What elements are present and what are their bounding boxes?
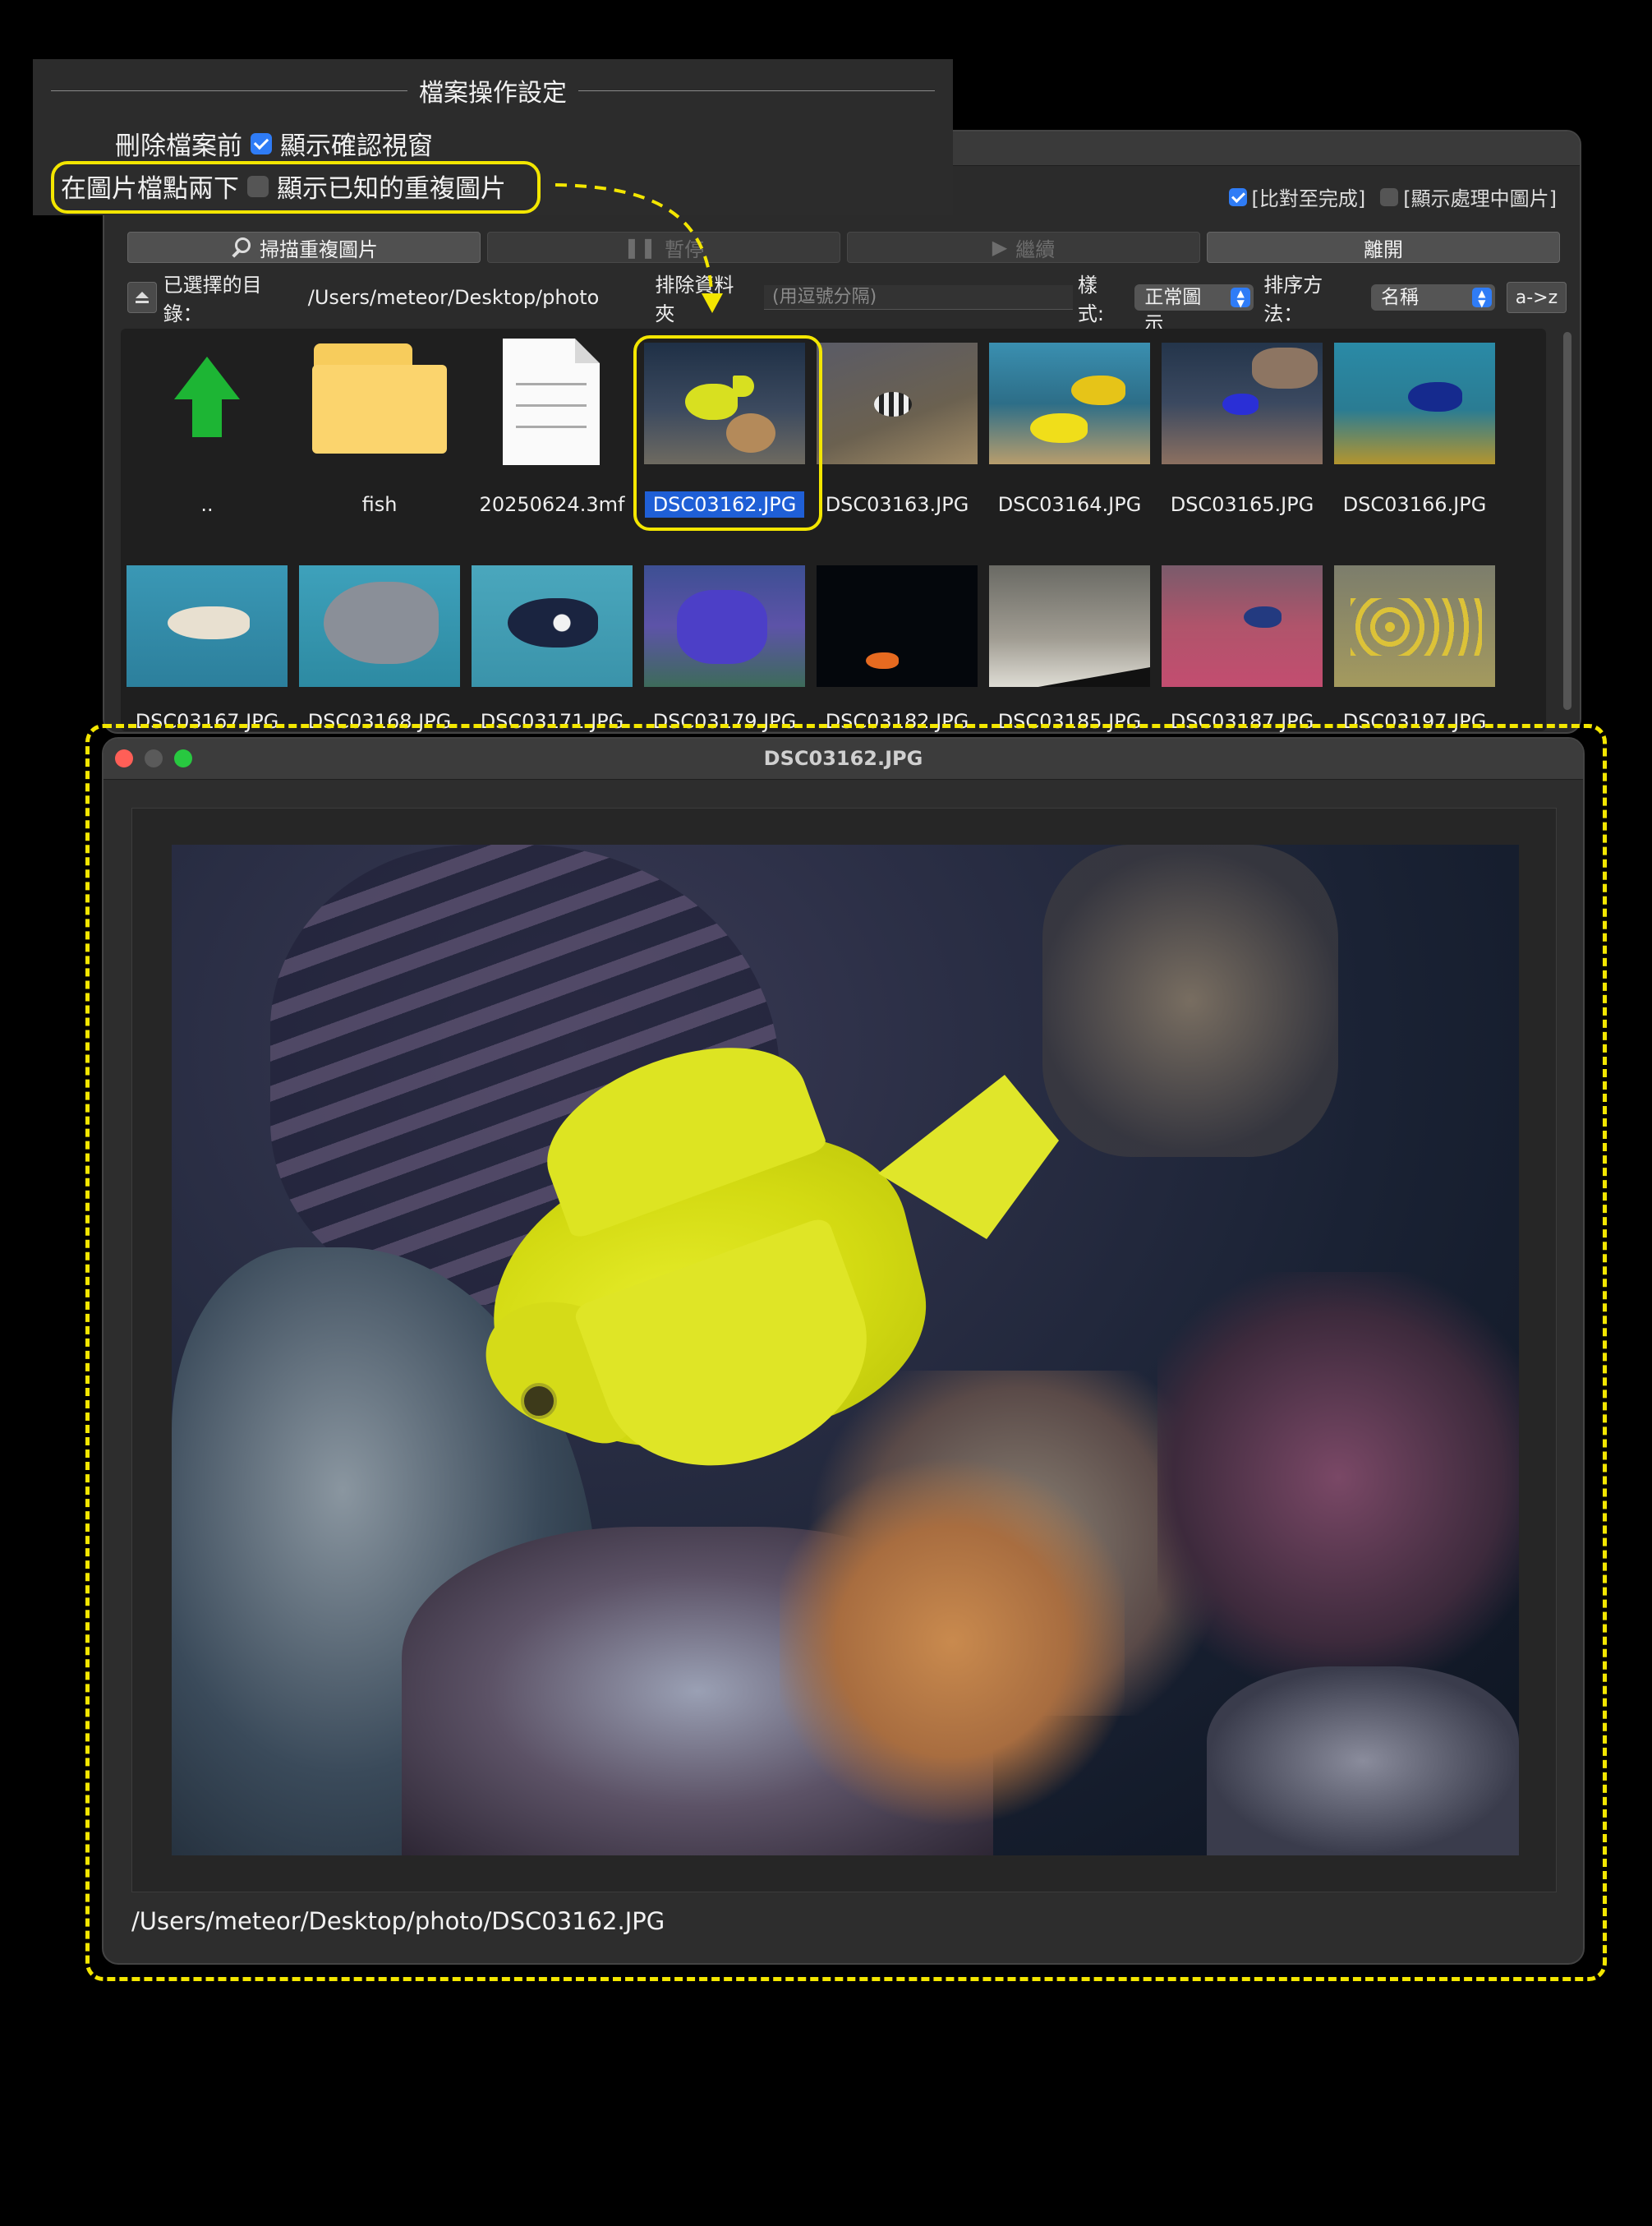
exclude-folder-input[interactable]: (用逗號分隔) xyxy=(764,285,1073,310)
compare-done-option[interactable]: [比對至完成] xyxy=(1228,182,1366,211)
magnifier-icon xyxy=(230,237,251,258)
delete-confirm-row: 刪除檔案前 顯示確認視窗 xyxy=(115,125,433,162)
photo-thumb xyxy=(1334,565,1495,687)
file-grid: .. fish 20250624.3mf DSC03162.JPG DSC031… xyxy=(121,329,1546,732)
setting-highlight xyxy=(51,161,541,214)
compare-done-checkbox[interactable] xyxy=(1228,187,1247,206)
photo-thumb xyxy=(472,565,633,687)
photo-thumb xyxy=(1334,343,1495,464)
settings-title: 檔案操作設定 xyxy=(419,79,567,108)
photo-thumb xyxy=(299,565,460,687)
selected-dir-label: 已選擇的目錄： xyxy=(163,274,262,325)
eject-icon xyxy=(135,292,149,303)
select-arrows-icon: ▲ ▼ xyxy=(1231,288,1251,308)
file-item[interactable]: DSC03164.JPG xyxy=(989,343,1150,516)
delete-confirm-checkbox[interactable] xyxy=(251,132,272,154)
leave-button-label: 離開 xyxy=(1364,237,1403,261)
file-item-parent[interactable]: .. xyxy=(127,329,288,516)
folder-icon xyxy=(312,343,447,454)
file-name: DSC03165.JPG xyxy=(1170,493,1314,516)
select-arrows-icon: ▲ ▼ xyxy=(1471,288,1492,308)
file-name: DSC03166.JPG xyxy=(1342,493,1487,516)
file-item-document[interactable]: 20250624.3mf xyxy=(472,329,633,516)
style-select-value: 正常圖示 xyxy=(1144,287,1202,334)
file-item[interactable]: DSC03167.JPG xyxy=(127,565,288,732)
compare-done-label: [比對至完成] xyxy=(1251,187,1366,210)
show-processing-checkbox[interactable] xyxy=(1380,187,1399,206)
file-item[interactable]: DSC03187.JPG xyxy=(1162,565,1323,732)
file-item[interactable]: DSC03182.JPG xyxy=(817,565,978,732)
file-name: fish xyxy=(361,493,398,516)
up-arrow-icon xyxy=(173,357,242,439)
grid-scrollbar[interactable] xyxy=(1563,332,1571,710)
file-item-folder[interactable]: fish xyxy=(299,329,460,516)
photo-thumb xyxy=(989,565,1150,687)
photo-thumb xyxy=(127,565,288,687)
photo-thumb xyxy=(644,565,805,687)
resume-button-label: 繼續 xyxy=(1015,237,1056,261)
sort-select-value: 名稱 xyxy=(1380,287,1419,308)
file-item[interactable]: DSC03165.JPG xyxy=(1162,343,1323,516)
file-item[interactable]: DSC03179.JPG xyxy=(644,565,805,732)
file-name: .. xyxy=(200,493,214,516)
file-item[interactable]: DSC03166.JPG xyxy=(1334,343,1495,516)
document-thumb xyxy=(472,329,633,468)
viewer-callout-box xyxy=(85,724,1607,1981)
delete-confirm-label: 刪除檔案前 xyxy=(115,131,242,161)
file-name: DSC03164.JPG xyxy=(997,493,1142,516)
file-item[interactable]: DSC03171.JPG xyxy=(472,565,633,732)
show-processing-label: [顯示處理中圖片] xyxy=(1403,187,1557,210)
selected-thumb-highlight xyxy=(633,335,822,531)
eject-button[interactable] xyxy=(127,282,157,313)
options-row: [比對至完成] [顯示處理中圖片] xyxy=(1228,182,1557,211)
leave-button[interactable]: 離開 xyxy=(1207,232,1560,263)
parent-folder-thumb xyxy=(127,329,288,468)
file-item[interactable]: DSC03168.JPG xyxy=(299,565,460,732)
photo-thumb xyxy=(1162,565,1323,687)
directory-row: 已選擇的目錄： /Users/meteor/Desktop/photo 排除資料… xyxy=(127,274,1567,334)
sort-label: 排序方法： xyxy=(1263,274,1323,325)
photo-thumb xyxy=(989,343,1150,464)
file-item[interactable]: DSC03163.JPG xyxy=(817,343,978,516)
scan-button[interactable]: 掃描重複圖片 xyxy=(127,232,481,263)
folder-thumb xyxy=(299,329,460,468)
scan-button-label: 掃描重複圖片 xyxy=(260,237,378,261)
photo-thumb xyxy=(817,565,978,687)
toolbar: 掃描重複圖片 ❚❚ 暫停 ▶ 繼續 離開 xyxy=(127,232,1560,263)
photo-thumb xyxy=(817,343,978,464)
document-icon xyxy=(503,339,600,465)
delete-confirm-option[interactable]: 顯示確認視窗 xyxy=(280,125,433,162)
photo-thumb xyxy=(1162,343,1323,464)
file-name: 20250624.3mf xyxy=(479,493,625,516)
duplicate-finder-window: [比對至完成] [顯示處理中圖片] 掃描重複圖片 ❚❚ 暫停 ▶ 繼續 離開 已… xyxy=(103,130,1581,734)
settings-header: 檔案操作設定 xyxy=(51,74,935,108)
resume-button[interactable]: ▶ 繼續 xyxy=(847,232,1200,263)
show-processing-option[interactable]: [顯示處理中圖片] xyxy=(1380,182,1557,211)
file-item[interactable]: DSC03197.JPG xyxy=(1334,565,1495,732)
sort-order-button[interactable]: a->z xyxy=(1506,282,1567,313)
style-select[interactable]: 正常圖示 ▲ ▼ xyxy=(1134,284,1254,334)
callout-arrow-icon xyxy=(555,183,723,313)
file-item[interactable]: DSC03185.JPG xyxy=(989,565,1150,732)
file-name: DSC03163.JPG xyxy=(825,493,969,516)
play-icon: ▶ xyxy=(992,236,1008,259)
style-label: 樣式: xyxy=(1077,274,1104,325)
sort-select[interactable]: 名稱 ▲ ▼ xyxy=(1370,284,1495,311)
